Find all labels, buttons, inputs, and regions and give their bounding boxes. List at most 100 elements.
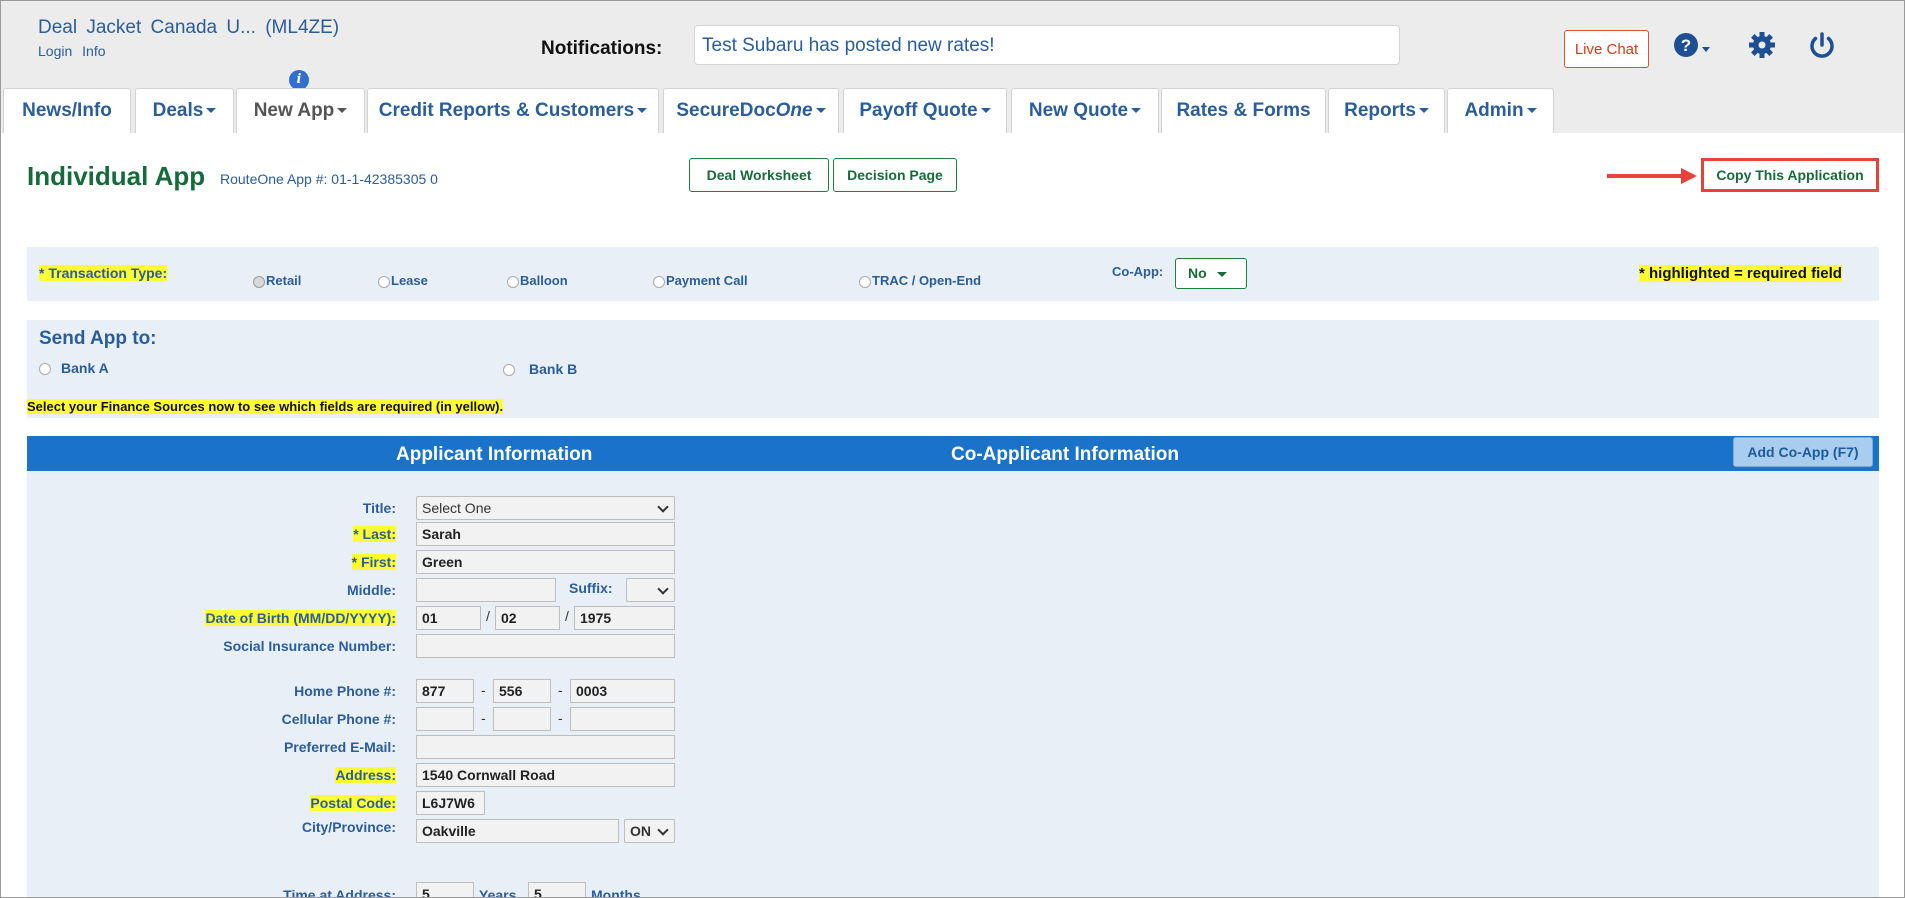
tab-payoff-quote[interactable]: Payoff Quote xyxy=(843,88,1007,133)
radio-checked-icon xyxy=(253,275,265,288)
address-label: Address: xyxy=(335,767,396,783)
chevron-down-icon xyxy=(657,501,669,513)
chevron-down-icon xyxy=(815,108,826,114)
app-number: RouteOne App #: 01-1-42385305 0 xyxy=(220,171,438,187)
chevron-down-icon xyxy=(637,108,648,114)
chevron-down-icon xyxy=(206,108,217,114)
applicant-info-title: Applicant Information xyxy=(396,444,593,465)
tab-securedocone[interactable]: SecureDocOne xyxy=(663,88,839,133)
dob-day-input[interactable]: 02 xyxy=(495,606,560,630)
sin-input[interactable] xyxy=(416,634,675,658)
middle-name-input[interactable] xyxy=(416,578,556,602)
required-field-note: * highlighted = required field xyxy=(1639,265,1842,282)
cell-phone-label: Cellular Phone #: xyxy=(281,711,396,727)
coapplicant-info-title: Co-Applicant Information xyxy=(951,444,1179,465)
chevron-down-icon xyxy=(1418,108,1429,114)
phone-separator: - xyxy=(558,682,563,698)
info-badge-icon[interactable]: i xyxy=(289,70,309,90)
notification-message[interactable]: Test Subaru has posted new rates! xyxy=(694,25,1400,65)
chevron-down-icon xyxy=(1131,108,1142,114)
power-icon[interactable] xyxy=(1805,31,1839,65)
city-province-label: City/Province: xyxy=(301,819,396,835)
home-phone-label: Home Phone #: xyxy=(294,683,396,699)
radio-bank-a[interactable]: Bank A xyxy=(39,360,109,376)
radio-icon xyxy=(39,363,51,376)
login-link[interactable]: Login xyxy=(38,43,72,59)
deal-worksheet-button[interactable]: Deal Worksheet xyxy=(689,158,829,192)
cell-phone-prefix-input[interactable] xyxy=(493,707,551,731)
sin-label: Social Insurance Number: xyxy=(223,638,396,654)
email-label: Preferred E-Mail: xyxy=(283,739,396,755)
tab-new-app[interactable]: New App xyxy=(236,88,365,133)
radio-icon xyxy=(507,275,519,288)
radio-retail[interactable]: Retail xyxy=(253,273,301,288)
dob-month-input[interactable]: 01 xyxy=(416,606,481,630)
finance-source-note: Select your Finance Sources now to see w… xyxy=(27,399,504,414)
home-phone-area-input[interactable]: 877 xyxy=(416,679,474,703)
tab-new-quote[interactable]: New Quote xyxy=(1011,88,1159,133)
suffix-select[interactable] xyxy=(626,578,675,602)
radio-icon xyxy=(378,275,390,288)
chevron-down-icon xyxy=(1526,108,1537,114)
radio-lease[interactable]: Lease xyxy=(378,273,428,288)
tab-credit-reports-customers[interactable]: Credit Reports & Customers xyxy=(367,88,659,133)
time-years-input[interactable]: 5 xyxy=(416,882,474,897)
decision-page-button[interactable]: Decision Page xyxy=(833,158,957,192)
notifications-label: Notifications: xyxy=(541,38,663,59)
city-input[interactable]: Oakville xyxy=(416,819,619,843)
address-input[interactable]: 1540 Cornwall Road xyxy=(416,763,675,787)
dob-separator: / xyxy=(486,608,490,624)
title-select[interactable]: Select One xyxy=(416,496,675,520)
radio-trac-open-end[interactable]: TRAC / Open-End xyxy=(859,273,981,288)
chevron-down-icon xyxy=(657,583,669,595)
caret-down-icon xyxy=(1216,271,1227,277)
tab-rates-forms[interactable]: Rates & Forms xyxy=(1161,88,1326,133)
app-window: Deal Jacket Canada U... (ML4ZE) Login In… xyxy=(0,0,1905,898)
add-coapp-button[interactable]: Add Co-App (F7) xyxy=(1733,437,1873,467)
phone-separator: - xyxy=(481,682,486,698)
live-chat-button[interactable]: Live Chat xyxy=(1564,30,1649,68)
cell-phone-line-input[interactable] xyxy=(570,707,675,731)
province-select[interactable]: ON xyxy=(624,819,675,843)
radio-icon xyxy=(653,275,665,288)
info-link[interactable]: Info xyxy=(82,43,105,59)
deal-jacket-title[interactable]: Deal Jacket Canada U... (ML4ZE) xyxy=(38,17,339,39)
middle-name-label: Middle: xyxy=(347,582,396,598)
radio-bank-b[interactable]: Bank B xyxy=(503,361,577,377)
chevron-down-icon xyxy=(980,108,991,114)
first-name-label: * First: xyxy=(351,554,396,570)
coapp-select[interactable]: No xyxy=(1175,258,1247,289)
dob-year-input[interactable]: 1975 xyxy=(574,606,675,630)
gear-icon[interactable] xyxy=(1745,31,1779,65)
page-title: Individual App xyxy=(27,161,206,191)
home-phone-line-input[interactable]: 0003 xyxy=(570,679,675,703)
radio-icon xyxy=(859,275,871,288)
postal-code-input[interactable]: L6J7W6 xyxy=(416,791,485,815)
pointer-arrow-icon xyxy=(1607,168,1697,184)
cell-phone-area-input[interactable] xyxy=(416,707,474,731)
copy-application-button[interactable]: Copy This Application xyxy=(1701,158,1879,192)
last-name-input[interactable]: Sarah xyxy=(416,522,675,546)
title-label: Title: xyxy=(362,500,396,516)
dob-label: Date of Birth (MM/DD/YYYY): xyxy=(205,610,396,626)
phone-separator: - xyxy=(481,710,486,726)
tab-news-info[interactable]: News/Info xyxy=(3,88,131,133)
tab-deals[interactable]: Deals xyxy=(135,88,234,133)
years-label: Years xyxy=(479,887,517,898)
email-input[interactable] xyxy=(416,735,675,759)
phone-separator: - xyxy=(558,710,563,726)
radio-icon xyxy=(503,364,515,377)
login-info-links: Login Info xyxy=(38,43,106,59)
tab-reports[interactable]: Reports xyxy=(1328,88,1445,133)
time-months-input[interactable]: 5 xyxy=(528,882,586,897)
months-label: Months xyxy=(591,887,641,898)
first-name-input[interactable]: Green xyxy=(416,550,675,574)
help-icon[interactable]: ? xyxy=(1671,31,1710,65)
tab-admin[interactable]: Admin xyxy=(1447,88,1554,133)
chevron-down-icon xyxy=(337,108,348,114)
radio-payment-call[interactable]: Payment Call xyxy=(653,273,748,288)
svg-text:?: ? xyxy=(1681,36,1691,55)
radio-balloon[interactable]: Balloon xyxy=(507,273,568,288)
home-phone-prefix-input[interactable]: 556 xyxy=(493,679,551,703)
send-app-title: Send App to: xyxy=(39,328,157,349)
